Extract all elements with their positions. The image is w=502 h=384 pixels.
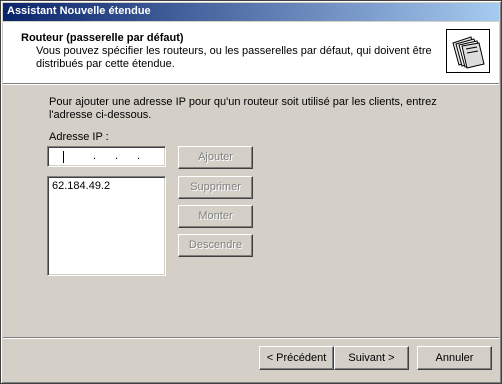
wizard-header: Routeur (passerelle par défaut) Vous pou…	[3, 22, 499, 83]
router-list[interactable]: 62.184.49.2	[47, 176, 166, 276]
header-divider	[3, 83, 499, 85]
ip-separator: .	[137, 150, 141, 162]
text-caret	[63, 151, 64, 163]
back-button[interactable]: < Précédent	[259, 346, 334, 370]
add-button[interactable]: Ajouter	[178, 146, 253, 169]
next-button[interactable]: Suivant >	[334, 346, 409, 370]
ip-separator: .	[115, 150, 119, 162]
folders-icon	[446, 29, 490, 73]
window-title: Assistant Nouvelle étendue	[7, 5, 151, 17]
wizard-window: Assistant Nouvelle étendue Routeur (pass…	[0, 0, 502, 384]
title-bar[interactable]: Assistant Nouvelle étendue	[3, 3, 499, 21]
ip-separator: .	[93, 150, 97, 162]
cancel-button[interactable]: Annuler	[417, 346, 492, 370]
page-title: Routeur (passerelle par défaut)	[21, 32, 184, 44]
ip-address-input[interactable]: . . .	[47, 146, 166, 167]
remove-button[interactable]: Supprimer	[178, 176, 253, 199]
ip-address-label: Adresse IP :	[49, 131, 109, 143]
instruction-text: Pour ajouter une adresse IP pour qu'un r…	[49, 96, 437, 121]
footer-divider	[3, 337, 499, 339]
move-up-button[interactable]: Monter	[178, 205, 253, 228]
move-down-button[interactable]: Descendre	[178, 234, 253, 257]
page-subtitle: Vous pouvez spécifier les routeurs, ou l…	[36, 45, 432, 70]
list-item[interactable]: 62.184.49.2	[52, 180, 110, 192]
